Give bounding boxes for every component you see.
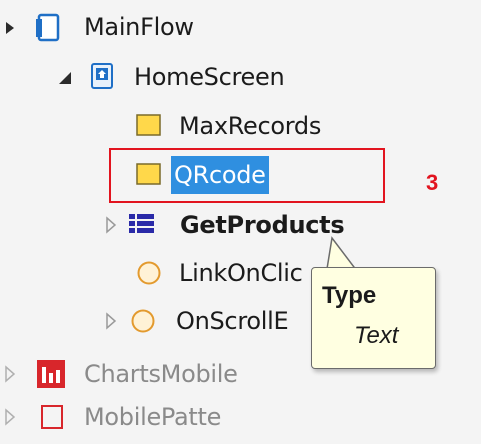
expand-arrow-icon[interactable] — [4, 365, 16, 383]
local-variable-icon — [136, 114, 161, 136]
tree-item-label: GetProducts — [180, 211, 345, 239]
module-icon — [41, 405, 63, 429]
screen-icon — [91, 63, 113, 89]
tree-item-label: HomeScreen — [134, 63, 285, 91]
screen-flow-icon — [36, 13, 60, 42]
expand-arrow-icon[interactable] — [105, 216, 117, 234]
tooltip-title: Type — [322, 282, 377, 309]
tooltip-value: Text — [354, 322, 399, 349]
type-tooltip: Type Text — [311, 267, 436, 369]
client-action-icon — [137, 261, 161, 285]
expand-arrow-icon[interactable] — [4, 408, 16, 426]
step-annotation: 3 — [426, 170, 439, 195]
tree-item-label: MainFlow — [84, 13, 194, 41]
aggregate-icon — [129, 214, 154, 233]
charts-icon — [37, 360, 65, 388]
client-action-icon — [131, 309, 155, 333]
collapse-arrow-icon[interactable] — [4, 20, 16, 36]
tree-item-label: ChartsMobile — [84, 360, 238, 388]
tree-item-label: OnScrollE — [176, 307, 289, 335]
highlight-box — [109, 148, 385, 203]
expanded-arrow-icon[interactable] — [59, 71, 73, 85]
expand-arrow-icon[interactable] — [105, 312, 117, 330]
tree-item-label: LinkOnClic — [179, 259, 303, 287]
tree-item-label: MaxRecords — [179, 112, 322, 140]
tree-item-label: MobilePatte — [84, 403, 222, 431]
